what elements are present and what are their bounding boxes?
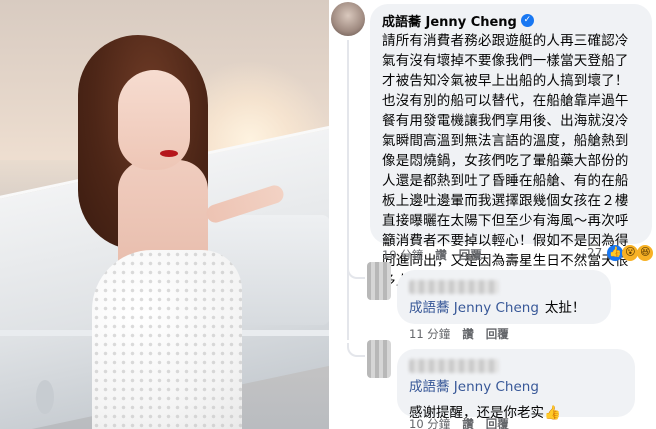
reply-bubble: 成語蕎 Jenny Cheng 太扯！	[397, 270, 611, 324]
like-button[interactable]: 讚	[462, 326, 474, 342]
reply-bubble: 成語蕎 Jenny Cheng 感谢提醒，还是你老实👍	[397, 349, 635, 421]
comment-time[interactable]: 19 分鐘	[382, 247, 423, 263]
like-button[interactable]: 讚	[435, 247, 447, 263]
post-photo[interactable]	[0, 0, 329, 429]
person-face	[118, 70, 190, 170]
like-reaction-icon: 👍	[607, 245, 624, 261]
thread-line	[347, 40, 349, 340]
reply-time[interactable]: 10 分鐘	[409, 416, 450, 429]
reply-button[interactable]: 回覆	[486, 326, 509, 342]
avatar[interactable]	[331, 2, 365, 36]
reply-button[interactable]: 回覆	[486, 416, 509, 429]
white-dress	[92, 250, 242, 429]
thread-connector	[347, 343, 365, 357]
reply-mention[interactable]: 成語蕎 Jenny Cheng	[409, 377, 539, 397]
blurred-username[interactable]	[409, 359, 499, 373]
person-lips	[160, 150, 178, 157]
like-button[interactable]: 讚	[462, 416, 474, 429]
comment-author[interactable]: 成語蕎 Jenny Cheng	[382, 11, 517, 30]
reaction-count: 27	[587, 246, 603, 260]
comment-actions: 19 分鐘 讚 回覆	[382, 247, 482, 263]
reply-actions: 10 分鐘 讚 回覆	[409, 416, 509, 429]
reply-time[interactable]: 11 分鐘	[409, 326, 450, 342]
verified-badge-icon: ✓	[520, 13, 534, 27]
reaction-summary[interactable]: 27 👍 😮 😆	[587, 245, 654, 261]
blurred-username[interactable]	[409, 280, 499, 294]
reply-text: 太扯！	[544, 300, 586, 316]
wow-reaction-icon: 😮	[622, 245, 639, 261]
thread-connector	[347, 265, 365, 279]
comment-panel: 成語蕎 Jenny Cheng ✓ 請所有消費者務必跟遊艇的人再三確認冷氣有沒有…	[329, 0, 656, 429]
blurred-avatar[interactable]	[367, 340, 391, 378]
reply-button[interactable]: 回覆	[459, 247, 482, 263]
reply-mention[interactable]: 成語蕎 Jenny Cheng	[409, 298, 539, 318]
reply-actions: 11 分鐘 讚 回覆	[409, 326, 509, 342]
blurred-avatar[interactable]	[367, 262, 391, 300]
comment-bubble: 成語蕎 Jenny Cheng ✓ 請所有消費者務必跟遊艇的人再三確認冷氣有沒有…	[370, 4, 652, 289]
haha-reaction-icon: 😆	[637, 245, 654, 261]
boat-porthole	[36, 380, 54, 414]
